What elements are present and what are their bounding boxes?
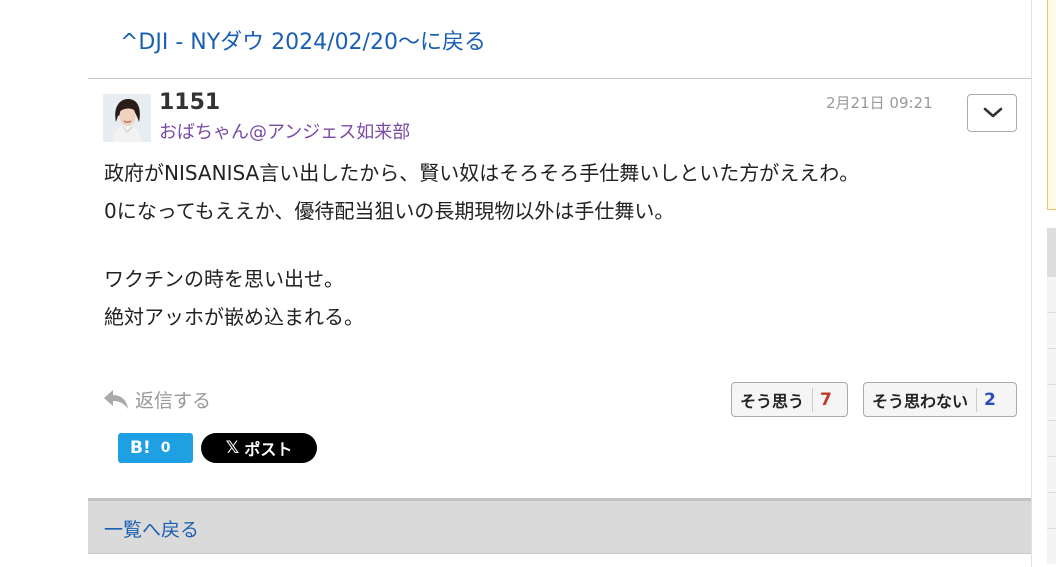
- x-logo-icon: 𝕏: [225, 438, 240, 458]
- post-body-line: 政府がNISANISA言い出したから、賢い奴はそろそろ手仕舞いしといた方がええわ…: [104, 161, 860, 185]
- top-cut-glyph: [118, 0, 134, 4]
- post-body-line: ワクチンの時を思い出せ。: [104, 267, 344, 291]
- chevron-down-icon: [983, 107, 1003, 118]
- x-post-label: ポスト: [244, 440, 293, 459]
- divider: [88, 78, 1032, 79]
- hatena-bookmark-button[interactable]: B! 0: [118, 433, 193, 463]
- side-list-item[interactable]: [1047, 528, 1056, 564]
- disagree-label: そう思わない: [872, 391, 969, 411]
- side-list-item[interactable]: [1047, 420, 1056, 456]
- side-list-item[interactable]: [1047, 456, 1056, 492]
- hatena-count: 0: [160, 440, 171, 456]
- side-list-item[interactable]: [1047, 276, 1056, 312]
- agree-button[interactable]: そう思う 7: [731, 382, 848, 417]
- side-list-item[interactable]: [1047, 384, 1056, 420]
- agree-label: そう思う: [740, 391, 805, 411]
- reply-arrow-icon: [104, 390, 128, 409]
- agree-count: 7: [820, 389, 832, 410]
- username[interactable]: 1151: [159, 90, 220, 115]
- column-border: [1031, 0, 1032, 567]
- reply-button[interactable]: 返信する: [103, 385, 211, 413]
- hatena-icon: B!: [130, 438, 151, 458]
- back-to-board-link[interactable]: ^DJI - NYダウ 2024/02/20〜に戻る: [120, 24, 486, 56]
- disagree-button[interactable]: そう思わない 2: [863, 382, 1017, 417]
- post-body-line: 0になってもええか、優待配当狙いの長期現物以外は手仕舞い。: [104, 199, 675, 223]
- avatar-image: [103, 94, 151, 142]
- x-post-button[interactable]: 𝕏 ポスト: [201, 433, 317, 463]
- side-list-item[interactable]: [1047, 228, 1056, 276]
- reply-label: 返信する: [135, 389, 212, 412]
- side-list-item[interactable]: [1047, 348, 1056, 384]
- divider: [88, 553, 1032, 554]
- post-body-line: 絶対アッホが嵌め込まれる。: [104, 305, 364, 329]
- side-list-item[interactable]: [1047, 492, 1056, 528]
- disagree-count: 2: [984, 389, 996, 410]
- avatar[interactable]: [103, 94, 151, 142]
- side-list-item[interactable]: [1047, 312, 1056, 348]
- back-to-list-link[interactable]: 一覧へ戻る: [104, 515, 199, 542]
- post-menu-button[interactable]: [967, 94, 1017, 132]
- side-panel-box: [1047, 0, 1056, 210]
- footer-bar: 一覧へ戻る: [88, 498, 1032, 553]
- stock-name-link[interactable]: おばちゃん@アンジェス如来部: [159, 118, 410, 144]
- post-timestamp: 2月21日 09:21: [826, 94, 933, 112]
